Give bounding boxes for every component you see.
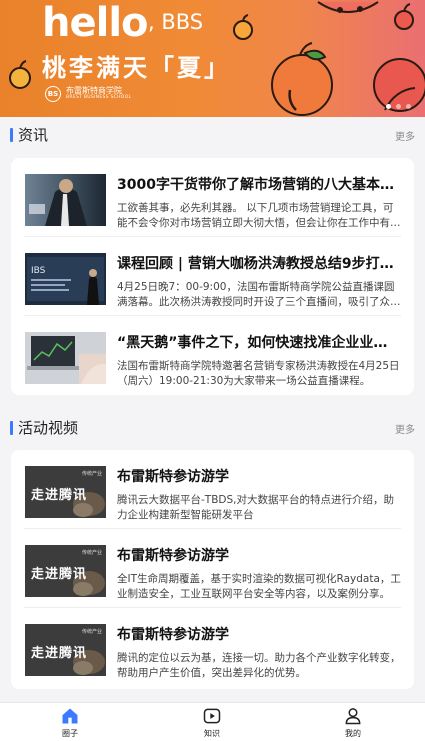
video-thumb-tag: 传统产业 bbox=[81, 550, 102, 556]
video-thumb-text: 走进腾讯 bbox=[31, 488, 88, 503]
news-item[interactable]: IBS 课程回顾 | 营销大咖杨洪涛教授总结9步打造爆款 4月25日晚7：00-… bbox=[11, 237, 414, 316]
news-item-desc: 工欲善其事，必先利其器。 以下几项市场营销理论工具，可能不会令你对市场营销立即大… bbox=[117, 202, 401, 229]
video-item[interactable]: 传统产业 走进腾讯 布雷斯特参访游学 腾讯云大数据平台-TBDS,对大数据平台的… bbox=[11, 450, 414, 529]
video-item-desc: 全IT生命周期覆盖，基于实时渲染的数据可视化Raydata，工业制造安全，工业互… bbox=[117, 573, 401, 600]
video-item-desc: 腾讯云大数据平台-TBDS,对大数据平台的特点进行介绍，助力企业构建新型智能研发… bbox=[117, 494, 394, 521]
bottom-nav: 圈子 知识 我的 bbox=[0, 702, 425, 741]
nav-label-mine: 我的 bbox=[345, 729, 361, 738]
school-name-en: BREST BUSINESS SCHOOL bbox=[66, 94, 132, 100]
video-thumbnail: 传统产业 走进腾讯 bbox=[25, 545, 106, 597]
news-item-desc: 法国布雷斯特商学院特邀著名营销专家杨洪涛教授在4月25日（周六）19:00-21… bbox=[117, 360, 400, 387]
news-item-title: “黑天鹅”事件之下，如何快速找准企业业务方向 bbox=[117, 335, 401, 351]
nav-label-circle: 圈子 bbox=[62, 729, 78, 738]
carousel-dot[interactable] bbox=[386, 104, 391, 109]
video-thumb-tag: 传统产业 bbox=[81, 629, 102, 635]
video-item[interactable]: 传统产业 走进腾讯 布雷斯特参访游学 腾讯的定位以云为基，连接一切。助力各个产业… bbox=[11, 608, 414, 687]
video-thumb-text: 走进腾讯 bbox=[31, 567, 88, 582]
nav-item-knowledge[interactable]: 知识 bbox=[182, 706, 242, 739]
section-accent-bar bbox=[10, 128, 13, 142]
section-accent-bar bbox=[10, 421, 13, 435]
school-logo-mark: BS bbox=[45, 86, 61, 102]
banner-bbs-text: , BBS bbox=[148, 10, 204, 34]
news-card: 3000字干货带你了解市场营销的八大基本策略 工欲善其事，必先利其器。 以下几项… bbox=[11, 158, 414, 395]
news-item[interactable]: “黑天鹅”事件之下，如何快速找准企业业务方向 法国布雷斯特商学院特邀著名营销专家… bbox=[11, 316, 414, 395]
news-thumbnail bbox=[25, 174, 106, 226]
play-icon bbox=[203, 708, 221, 724]
school-logo: BS 布雷斯特商学院 BREST BUSINESS SCHOOL bbox=[45, 86, 131, 102]
video-item-title: 布雷斯特参访游学 bbox=[117, 548, 229, 564]
banner-subtitle: 桃李满天「夏」 bbox=[42, 54, 231, 82]
video-thumbnail: 传统产业 走进腾讯 bbox=[25, 466, 106, 518]
carousel-dot[interactable] bbox=[396, 104, 401, 109]
carousel-dots[interactable] bbox=[386, 104, 411, 109]
news-more-link[interactable]: 更多 bbox=[395, 128, 415, 143]
news-item-desc: 4月25日晚7：00-9:00，法国布雷斯特商学院公益直播课圆满落幕。此次杨洪涛… bbox=[117, 281, 401, 308]
user-icon bbox=[345, 708, 361, 725]
news-section-title: 资讯 bbox=[18, 126, 49, 144]
video-item-title: 布雷斯特参访游学 bbox=[117, 627, 229, 643]
promo-banner[interactable]: hello , BBS 桃李满天「夏」 BS 布雷斯特商学院 BREST BUS… bbox=[0, 0, 425, 117]
video-section-header: 活动视频 更多 bbox=[0, 414, 425, 444]
carousel-dot[interactable] bbox=[406, 104, 411, 109]
video-thumb-tag: 传统产业 bbox=[81, 471, 102, 477]
home-icon bbox=[62, 708, 78, 724]
video-thumbnail: 传统产业 走进腾讯 bbox=[25, 624, 106, 676]
video-section-title: 活动视频 bbox=[18, 419, 79, 437]
video-item[interactable]: 传统产业 走进腾讯 布雷斯特参访游学 全IT生命周期覆盖，基于实时渲染的数据可视… bbox=[11, 529, 414, 608]
video-item-title: 布雷斯特参访游学 bbox=[117, 469, 229, 485]
video-item-desc: 腾讯的定位以云为基，连接一切。助力各个产业数字化转变，帮助用户产生价值，突出差异… bbox=[117, 652, 401, 679]
video-thumb-text: 走进腾讯 bbox=[31, 646, 88, 661]
news-thumbnail: IBS bbox=[25, 253, 106, 305]
news-section-header: 资讯 更多 bbox=[0, 121, 425, 151]
banner-hello-text: hello bbox=[42, 0, 149, 46]
news-thumbnail bbox=[25, 332, 106, 384]
nav-item-mine[interactable]: 我的 bbox=[323, 706, 383, 739]
video-more-link[interactable]: 更多 bbox=[395, 421, 415, 436]
news-item[interactable]: 3000字干货带你了解市场营销的八大基本策略 工欲善其事，必先利其器。 以下几项… bbox=[11, 158, 414, 237]
svg-text:IBS: IBS bbox=[31, 266, 46, 276]
nav-label-knowledge: 知识 bbox=[204, 729, 220, 738]
nav-item-circle[interactable]: 圈子 bbox=[40, 706, 100, 739]
news-item-title: 课程回顾 | 营销大咖杨洪涛教授总结9步打造爆款 bbox=[117, 256, 401, 272]
video-card: 传统产业 走进腾讯 布雷斯特参访游学 腾讯云大数据平台-TBDS,对大数据平台的… bbox=[11, 450, 414, 689]
news-item-title: 3000字干货带你了解市场营销的八大基本策略 bbox=[117, 177, 401, 193]
